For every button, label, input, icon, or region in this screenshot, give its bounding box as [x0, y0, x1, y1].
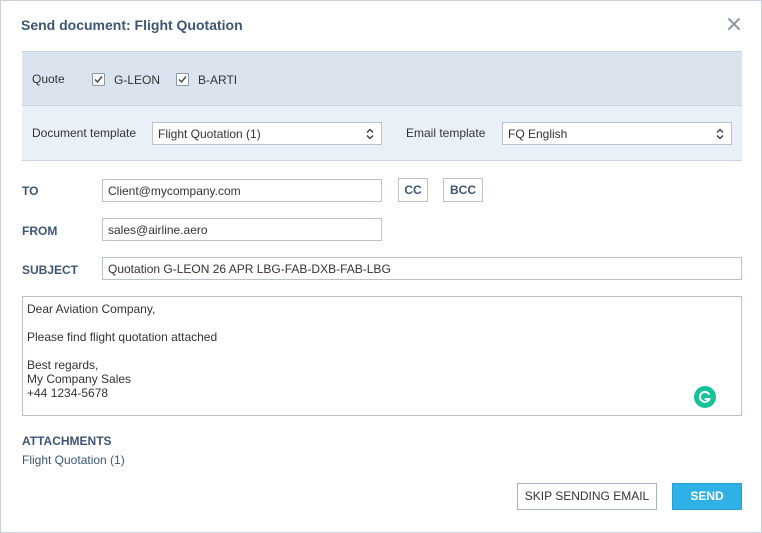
subject-input[interactable]: Quotation G-LEON 26 APR LBG-FAB-DXB-FAB-…: [102, 257, 742, 280]
from-input[interactable]: sales@airline.aero: [102, 218, 382, 241]
quote-aircraft-band: Quote G-LEON B-ARTI: [22, 51, 742, 106]
aircraft-label-g-leon: G-LEON: [114, 73, 161, 87]
check-icon: [178, 76, 187, 84]
aircraft-label-b-arti: B-ARTI: [198, 73, 238, 87]
attachments-heading: ATTACHMENTS: [22, 434, 112, 448]
dialog-title: Send document: Flight Quotation: [21, 17, 243, 33]
body-line: Best regards,: [27, 358, 99, 372]
body-line: Please find flight quotation attached: [27, 330, 218, 344]
email-template-label: Email template: [406, 126, 486, 140]
attachment-link[interactable]: Flight Quotation (1): [22, 453, 125, 467]
email-template-value: FQ English: [508, 127, 568, 141]
send-button[interactable]: SEND: [672, 483, 742, 510]
cc-button[interactable]: CC: [398, 178, 428, 202]
body-line: [27, 316, 737, 330]
skip-sending-email-button[interactable]: SKIP SENDING EMAIL: [517, 483, 657, 510]
send-document-dialog: Send document: Flight Quotation Quote G-…: [0, 0, 762, 533]
email-template-select[interactable]: FQ English: [502, 122, 732, 145]
grammarly-icon[interactable]: [694, 386, 716, 408]
close-icon[interactable]: [725, 15, 743, 33]
chevron-updown-icon: [716, 128, 724, 140]
document-template-value: Flight Quotation (1): [158, 127, 261, 141]
checkbox-g-leon[interactable]: [92, 73, 105, 86]
body-line: +44 1234-5678: [27, 386, 109, 400]
from-label: FROM: [22, 224, 58, 238]
to-label: TO: [22, 184, 39, 198]
templates-band: Document template Flight Quotation (1) E…: [22, 106, 742, 161]
chevron-updown-icon: [366, 128, 374, 140]
quote-label: Quote: [32, 72, 65, 86]
subject-label: SUBJECT: [22, 263, 79, 277]
body-line: [27, 344, 737, 358]
check-icon: [94, 76, 103, 84]
document-template-label: Document template: [32, 126, 137, 140]
checkbox-b-arti[interactable]: [176, 73, 189, 86]
document-template-select[interactable]: Flight Quotation (1): [152, 122, 382, 145]
email-body-textarea[interactable]: Dear Aviation Company, Please find fligh…: [22, 296, 742, 416]
to-input[interactable]: Client@mycompany.com: [102, 179, 382, 202]
body-line: Dear Aviation Company,: [27, 302, 156, 316]
body-line: My Company Sales: [27, 372, 132, 386]
bcc-button[interactable]: BCC: [443, 178, 483, 202]
